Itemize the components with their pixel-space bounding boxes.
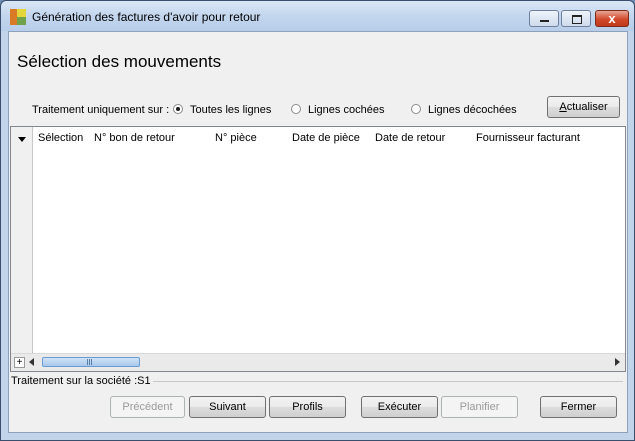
previous-button[interactable]: Précédent [110,396,185,418]
dropdown-arrow-icon[interactable] [18,137,26,142]
maximize-icon [572,15,582,24]
title-bar[interactable]: Génération des factures d'avoir pour ret… [1,1,634,31]
radio-unselected-icon[interactable] [291,104,301,114]
refresh-label: ctualiser [566,101,608,113]
radio-all-lines-label[interactable]: Toutes les lignes [190,104,271,116]
column-header-return-date[interactable]: Date de retour [375,132,445,144]
column-header-billing-supplier[interactable]: Fournisseur facturant [476,132,580,144]
profiles-button[interactable]: Profils [269,396,346,418]
close-button[interactable]: Fermer [540,396,617,418]
radio-selected-icon[interactable] [173,104,183,114]
radio-unchecked-lines-label[interactable]: Lignes décochées [428,104,517,116]
column-header-selection[interactable]: Sélection [38,132,83,144]
column-header-return-number[interactable]: N° bon de retour [94,132,175,144]
scroll-left-icon[interactable] [29,358,34,366]
application-window: Génération des factures d'avoir pour ret… [0,0,635,441]
grid-header: Sélection N° bon de retour N° pièce Date… [33,127,625,147]
scroll-thumb[interactable] [42,357,140,367]
grip-icon [87,359,93,365]
filter-label: Traitement uniquement sur : [32,104,170,116]
plus-icon[interactable]: + [14,357,25,368]
execute-button[interactable]: Exécuter [361,396,438,418]
maximize-button[interactable] [561,10,591,27]
radio-unselected-icon[interactable] [411,104,421,114]
app-icon [10,9,26,25]
close-window-button[interactable]: x [595,10,629,27]
dialog-body: Sélection des mouvements Traitement uniq… [8,31,628,433]
minimize-button[interactable] [529,10,559,27]
next-button[interactable]: Suivant [189,396,266,418]
page-title: Sélection des mouvements [17,52,222,71]
column-header-document-number[interactable]: N° pièce [215,132,257,144]
radio-checked-lines-label[interactable]: Lignes cochées [308,104,384,116]
scroll-right-icon[interactable] [611,355,623,369]
row-header-column [11,127,33,371]
horizontal-scrollbar[interactable]: + [11,353,625,371]
minimize-icon [540,20,549,22]
window-title: Génération des factures d'avoir pour ret… [32,10,261,24]
schedule-button[interactable]: Planifier [441,396,518,418]
refresh-accelerator: A [559,101,567,113]
company-status: Traitement sur la société :S1 [11,375,153,387]
close-icon: x [608,11,616,26]
column-header-document-date[interactable]: Date de pièce [292,132,360,144]
refresh-button[interactable]: Actualiser [547,96,620,118]
movements-grid[interactable]: Sélection N° bon de retour N° pièce Date… [10,126,626,372]
